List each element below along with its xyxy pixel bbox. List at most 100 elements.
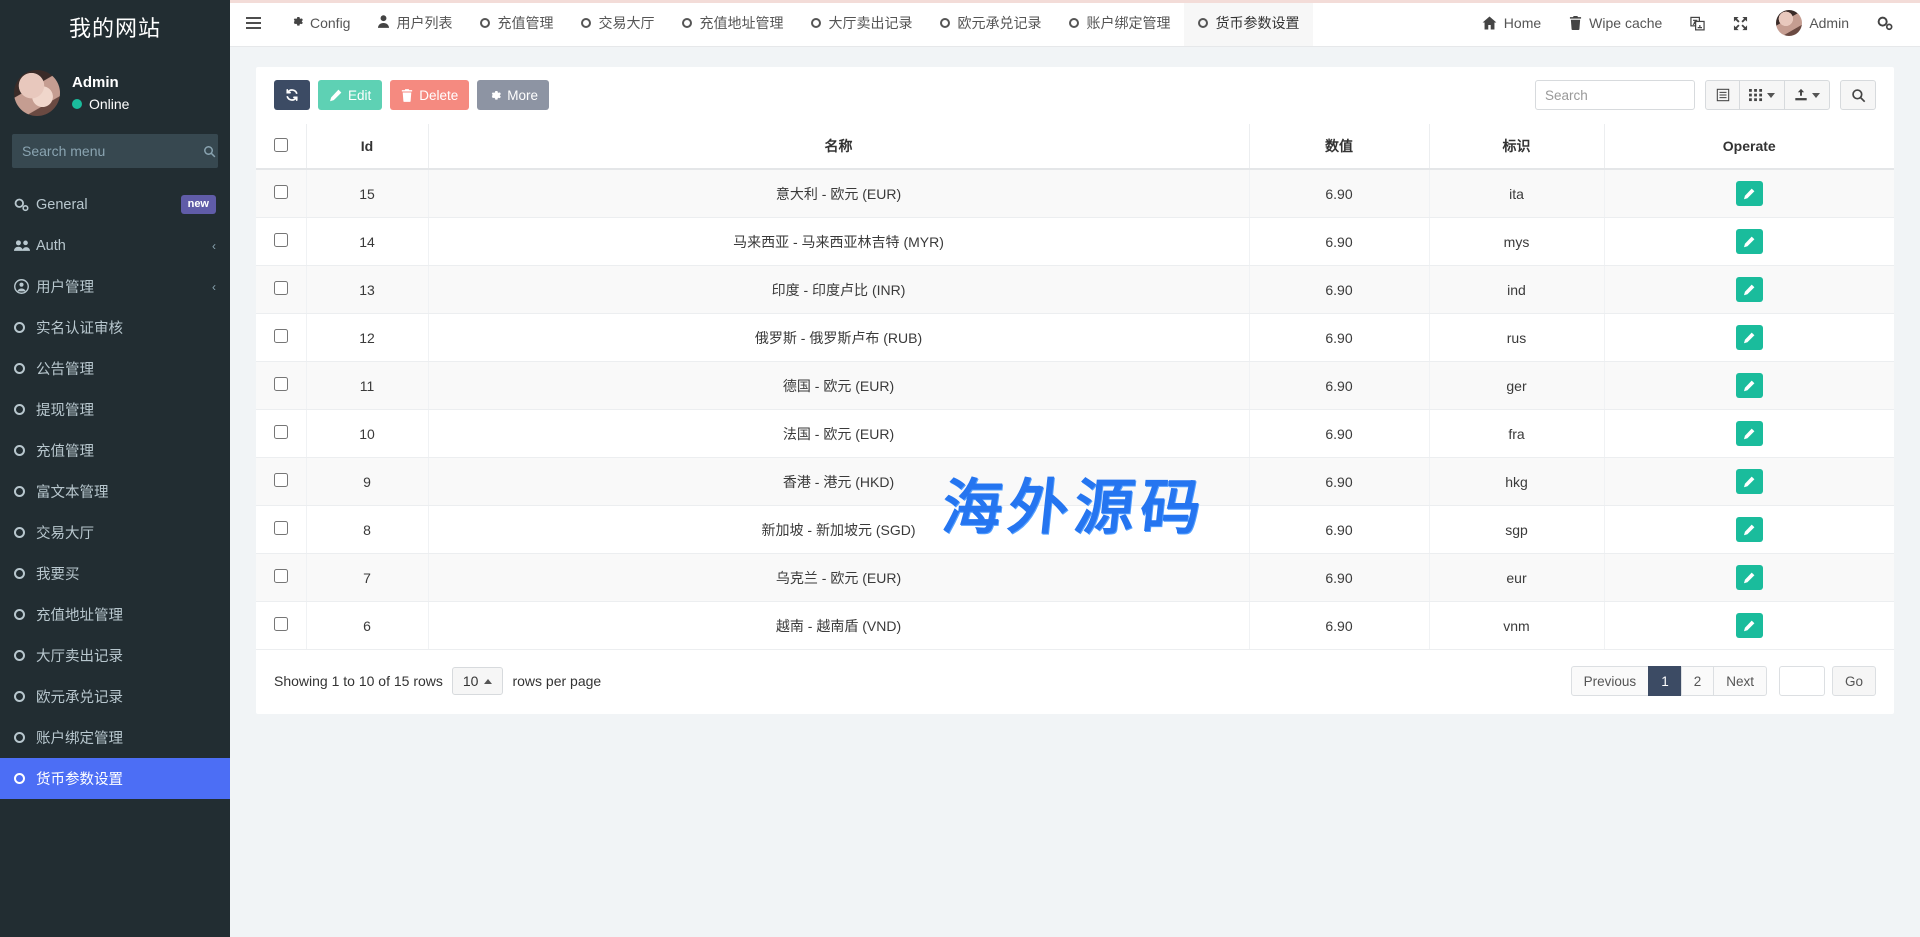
refresh-button[interactable]	[274, 80, 310, 110]
search-input[interactable]	[1535, 80, 1695, 110]
sidebar-item-9[interactable]: 我要买	[0, 553, 230, 594]
settings-gear-icon[interactable]	[1864, 1, 1906, 45]
column-header-name[interactable]: 名称	[428, 124, 1249, 169]
sidebar-item-3[interactable]: 实名认证审核	[0, 307, 230, 348]
wipe-cache-button[interactable]: Wipe cache	[1556, 1, 1675, 45]
table-row[interactable]: 14马来西亚 - 马来西亚林吉特 (MYR)6.90mys	[256, 218, 1894, 266]
row-checkbox[interactable]	[274, 281, 288, 295]
pagination-page-2[interactable]: 2	[1681, 666, 1715, 696]
table-row[interactable]: 9香港 - 港元 (HKD)6.90hkg	[256, 458, 1894, 506]
row-checkbox[interactable]	[274, 233, 288, 247]
table-row[interactable]: 15意大利 - 欧元 (EUR)6.90ita	[256, 169, 1894, 218]
table-row[interactable]: 11德国 - 欧元 (EUR)6.90ger	[256, 362, 1894, 410]
sidebar-item-8[interactable]: 交易大厅	[0, 512, 230, 553]
list-icon[interactable]	[1705, 80, 1740, 110]
tab-0[interactable]: Config	[276, 0, 364, 46]
goto-page-input[interactable]	[1779, 666, 1825, 696]
tab-4[interactable]: 充值地址管理	[668, 0, 797, 46]
row-checkbox[interactable]	[274, 521, 288, 535]
search-icon[interactable]	[203, 145, 216, 158]
row-edit-button[interactable]	[1736, 277, 1763, 302]
export-icon[interactable]	[1784, 80, 1830, 110]
circle-icon	[14, 322, 36, 333]
cell-value: 6.90	[1249, 506, 1429, 554]
sidebar-item-6[interactable]: 充值管理	[0, 430, 230, 471]
cell-name: 俄罗斯 - 俄罗斯卢布 (RUB)	[428, 314, 1249, 362]
more-button[interactable]: More	[477, 80, 549, 110]
table-row[interactable]: 8新加坡 - 新加坡元 (SGD)6.90sgp	[256, 506, 1894, 554]
sidebar-item-5[interactable]: 提现管理	[0, 389, 230, 430]
table-row[interactable]: 12俄罗斯 - 俄罗斯卢布 (RUB)6.90rus	[256, 314, 1894, 362]
edit-button[interactable]: Edit	[318, 80, 382, 110]
row-edit-button[interactable]	[1736, 373, 1763, 398]
row-checkbox[interactable]	[274, 377, 288, 391]
sidebar-item-1[interactable]: Auth‹	[0, 225, 230, 266]
sidebar-item-14[interactable]: 货币参数设置	[0, 758, 230, 799]
tab-5[interactable]: 大厅卖出记录	[797, 0, 926, 46]
row-edit-button[interactable]	[1736, 229, 1763, 254]
topbar-user-name: Admin	[1809, 15, 1849, 31]
search-menu-input[interactable]	[22, 143, 203, 159]
tab-2[interactable]: 充值管理	[466, 0, 567, 46]
row-edit-button[interactable]	[1736, 325, 1763, 350]
sidebar-item-0[interactable]: Generalnew	[0, 184, 230, 225]
fullscreen-icon[interactable]	[1720, 1, 1761, 45]
pagination-next[interactable]: Next	[1713, 666, 1767, 696]
row-edit-button[interactable]	[1736, 469, 1763, 494]
row-edit-button[interactable]	[1736, 613, 1763, 638]
table-row[interactable]: 6越南 - 越南盾 (VND)6.90vnm	[256, 602, 1894, 650]
menu-search[interactable]	[12, 134, 218, 168]
row-edit-button[interactable]	[1736, 181, 1763, 206]
sidebar-item-11[interactable]: 大厅卖出记录	[0, 635, 230, 676]
tab-6[interactable]: 欧元承兑记录	[926, 0, 1055, 46]
home-button[interactable]: Home	[1469, 1, 1554, 45]
page-size-dropdown[interactable]: 10	[452, 667, 504, 695]
sidebar-item-4[interactable]: 公告管理	[0, 348, 230, 389]
table-row[interactable]: 7乌克兰 - 欧元 (EUR)6.90eur	[256, 554, 1894, 602]
row-checkbox[interactable]	[274, 473, 288, 487]
row-edit-button[interactable]	[1736, 565, 1763, 590]
tab-1[interactable]: 用户列表	[364, 0, 466, 46]
circle-icon	[14, 732, 36, 743]
row-checkbox[interactable]	[274, 185, 288, 199]
table-row[interactable]: 13印度 - 印度卢比 (INR)6.90ind	[256, 266, 1894, 314]
pagination-page-1[interactable]: 1	[1648, 666, 1682, 696]
goto-page-button[interactable]: Go	[1832, 666, 1876, 696]
tab-label: 欧元承兑记录	[957, 13, 1041, 33]
sidebar-item-13[interactable]: 账户绑定管理	[0, 717, 230, 758]
search-submit-button[interactable]	[1840, 80, 1876, 110]
tab-7[interactable]: 账户绑定管理	[1055, 0, 1184, 46]
pagination-previous[interactable]: Previous	[1571, 666, 1650, 696]
user-menu[interactable]: Admin	[1763, 1, 1862, 45]
menu-toggle-button[interactable]	[230, 0, 276, 46]
sidebar-item-2[interactable]: 用户管理‹	[0, 266, 230, 307]
user-status-label: Online	[89, 94, 129, 114]
row-edit-button[interactable]	[1736, 517, 1763, 542]
row-checkbox[interactable]	[274, 329, 288, 343]
row-checkbox[interactable]	[274, 617, 288, 631]
user-circle-icon	[14, 279, 36, 294]
sidebar-item-10[interactable]: 充值地址管理	[0, 594, 230, 635]
edit-label: Edit	[348, 88, 371, 103]
sidebar-item-7[interactable]: 富文本管理	[0, 471, 230, 512]
tab-8[interactable]: 货币参数设置	[1184, 0, 1313, 46]
cell-id: 12	[306, 314, 428, 362]
row-edit-button[interactable]	[1736, 421, 1763, 446]
tab-3[interactable]: 交易大厅	[567, 0, 668, 46]
table-row[interactable]: 10法国 - 欧元 (EUR)6.90fra	[256, 410, 1894, 458]
row-checkbox[interactable]	[274, 569, 288, 583]
delete-button[interactable]: Delete	[390, 80, 469, 110]
cell-name: 香港 - 港元 (HKD)	[428, 458, 1249, 506]
sidebar-user-panel[interactable]: Admin Online	[0, 58, 230, 130]
sidebar-item-label: 用户管理	[36, 276, 212, 297]
cell-flag: ind	[1429, 266, 1604, 314]
tab-label: Config	[310, 15, 350, 31]
select-all-checkbox[interactable]	[274, 138, 288, 152]
sidebar-item-12[interactable]: 欧元承兑记录	[0, 676, 230, 717]
grid-icon[interactable]	[1739, 80, 1785, 110]
column-header-flag[interactable]: 标识	[1429, 124, 1604, 169]
row-checkbox[interactable]	[274, 425, 288, 439]
column-header-value[interactable]: 数值	[1249, 124, 1429, 169]
translate-icon[interactable]	[1677, 1, 1718, 45]
column-header-id[interactable]: Id	[306, 124, 428, 169]
